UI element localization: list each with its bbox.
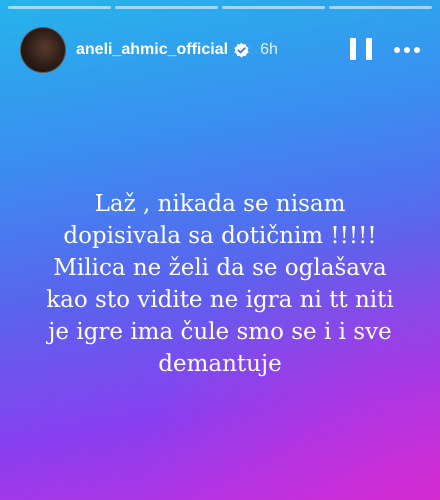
username[interactable]: aneli_ahmic_official <box>76 41 228 59</box>
pause-bar <box>366 38 372 60</box>
progress-segment <box>8 6 111 9</box>
pause-icon[interactable] <box>350 38 372 62</box>
verified-badge-icon <box>234 42 249 58</box>
more-dot <box>414 47 420 53</box>
story-text-line: demantuje <box>158 351 282 377</box>
story-progress-bar <box>8 6 432 9</box>
post-time: 6h <box>260 41 278 58</box>
story-text-line: dopisivala sa dotičnim !!!!! <box>63 223 377 249</box>
avatar[interactable] <box>20 27 66 73</box>
progress-segment <box>329 6 432 9</box>
progress-segment <box>222 6 325 9</box>
progress-segment <box>115 6 218 9</box>
story-text-line: je igre ima čule smo se i i sve <box>48 319 392 345</box>
pause-bar <box>350 38 356 60</box>
story-header: aneli_ahmic_official 6h <box>20 22 420 78</box>
more-dot <box>404 47 410 53</box>
more-dot <box>394 47 400 53</box>
story-text-line: Milica ne želi da se oglašava <box>53 255 387 281</box>
instagram-story: aneli_ahmic_official 6h Laž , nikada se … <box>0 0 440 500</box>
story-text-line: Laž , nikada se nisam <box>94 191 346 217</box>
story-text-line: kao sto vidite ne igra ni tt niti <box>46 287 394 313</box>
more-options-icon[interactable] <box>394 47 420 53</box>
story-text: Laž , nikada se nisam dopisivala sa doti… <box>10 188 430 380</box>
